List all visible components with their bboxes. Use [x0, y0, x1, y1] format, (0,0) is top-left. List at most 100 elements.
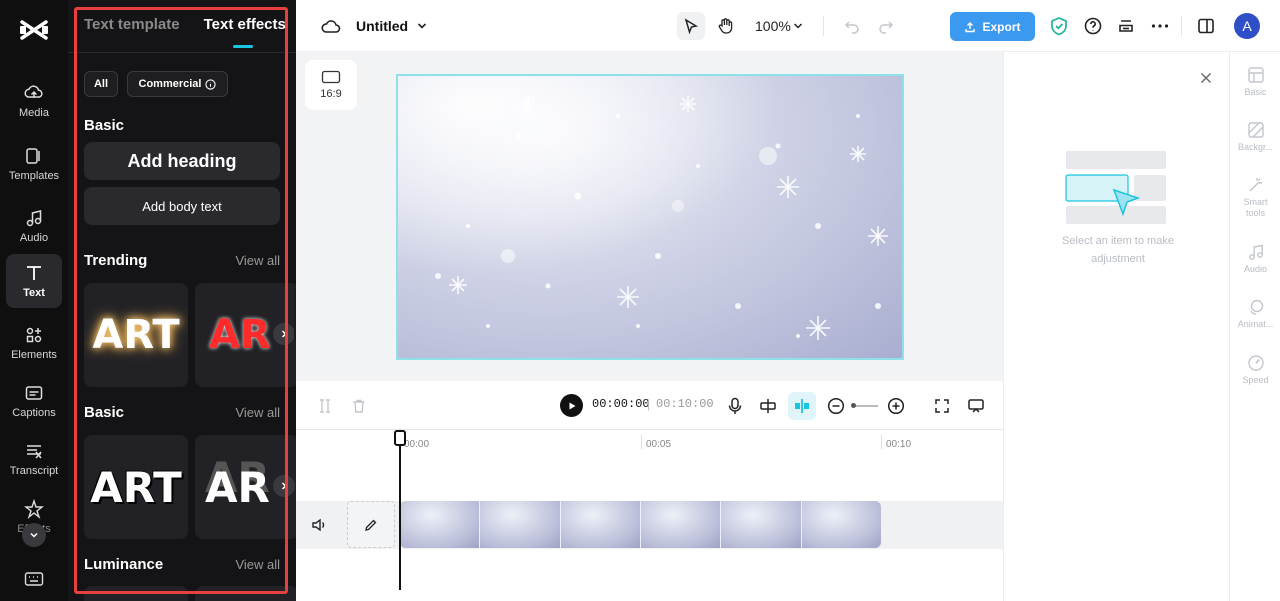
effects-icon [24, 499, 44, 519]
playhead[interactable] [399, 430, 401, 590]
tab-text-template[interactable]: Text template [84, 16, 180, 33]
active-tab-indicator [233, 45, 253, 48]
auto-snap-icon[interactable] [758, 396, 778, 416]
tab-text-effects[interactable]: Text effects [204, 16, 286, 33]
add-body-text-button[interactable]: Add body text [84, 187, 280, 225]
delete-icon[interactable] [350, 397, 368, 415]
ruler-tick [641, 435, 642, 449]
scroll-right-button[interactable] [273, 323, 295, 345]
rrail-item-animation[interactable]: Animat... [1230, 298, 1280, 330]
clip-thumbnail [400, 501, 481, 548]
view-all-basic-link[interactable]: View all [235, 405, 280, 420]
section-title-basic-effects: Basic [84, 404, 125, 421]
close-icon[interactable] [1198, 70, 1214, 86]
stack-icon[interactable] [1115, 15, 1137, 37]
text-panel: Text template Text effects All Commercia… [68, 0, 296, 601]
editor-window: Media Templates Audio Text Elements Capt… [0, 0, 1280, 601]
hand-tool-button[interactable] [712, 12, 740, 40]
text-effect-card[interactable]: AR [195, 435, 296, 539]
slider-thumb[interactable] [851, 403, 856, 408]
section-title-basic: Basic [84, 117, 125, 134]
rrail-item-speed[interactable]: Speed [1230, 354, 1280, 386]
avatar[interactable]: A [1234, 13, 1260, 39]
view-all-trending-link[interactable]: View all [235, 253, 280, 268]
rail-expand-button[interactable] [22, 523, 46, 547]
help-icon[interactable] [1082, 15, 1104, 37]
rrail-item-audio[interactable]: Audio [1230, 243, 1280, 275]
play-icon [569, 402, 575, 409]
undo-icon[interactable] [842, 16, 862, 36]
rrail-item-label: Audio [1243, 264, 1268, 274]
text-effect-card[interactable] [84, 586, 188, 601]
cover-edit-button[interactable] [347, 501, 395, 548]
split-icon[interactable] [316, 397, 334, 415]
filter-all-chip[interactable]: All [84, 71, 118, 97]
rrail-item-background[interactable]: Backgr... [1230, 121, 1280, 153]
aspect-ratio-button[interactable]: 16:9 [305, 60, 357, 110]
rail-item-transcript[interactable]: Transcript [6, 432, 62, 486]
magnet-snap-button[interactable] [788, 392, 816, 420]
rail-item-media[interactable]: Media [6, 74, 62, 128]
clip-thumbnail [480, 501, 561, 548]
basic-icon [1247, 67, 1264, 83]
rail-item-templates[interactable]: Templates [6, 137, 62, 191]
cloud-save-icon[interactable] [320, 15, 342, 37]
media-icon [24, 85, 43, 98]
play-button[interactable] [560, 394, 583, 417]
track-volume-icon[interactable] [310, 516, 328, 534]
rail-item-audio[interactable]: Audio [6, 199, 62, 253]
rail-item-text[interactable]: Text [6, 254, 62, 308]
clip-thumbnail [801, 501, 881, 548]
playhead-handle[interactable] [394, 430, 406, 446]
fullscreen-icon[interactable] [932, 396, 952, 416]
clip-thumbnail [640, 501, 722, 548]
export-button[interactable]: Export [950, 12, 1035, 41]
ruler-label: 00:00 [404, 439, 430, 450]
snap-icon [795, 399, 809, 413]
text-effect-card[interactable]: ART [84, 435, 188, 539]
microphone-icon[interactable] [725, 396, 745, 416]
ruler-label: 00:05 [646, 439, 672, 450]
zoom-dropdown-icon[interactable] [792, 20, 804, 32]
upload-icon [965, 21, 976, 32]
rail-item-captions[interactable]: Captions [6, 374, 62, 428]
text-effect-card[interactable] [195, 586, 296, 601]
divider [823, 16, 824, 36]
rail-item-elements[interactable]: Elements [6, 316, 62, 370]
project-title[interactable]: Untitled [356, 18, 408, 34]
select-tool-button[interactable] [677, 12, 705, 40]
keyboard-icon[interactable] [24, 571, 44, 587]
zoom-out-icon[interactable] [826, 396, 846, 416]
rail-item-label: Elements [11, 349, 57, 361]
preview-screen-icon[interactable] [966, 396, 986, 416]
pencil-icon [365, 519, 377, 531]
text-effect-card[interactable]: AR [195, 283, 296, 387]
layout-toggle-icon[interactable] [1195, 15, 1217, 37]
rrail-item-label: Backgr... [1237, 142, 1273, 152]
snowfall-image [398, 76, 902, 358]
audio-icon [1248, 244, 1263, 260]
time-separator: | [647, 397, 651, 411]
zoom-in-icon[interactable] [886, 396, 906, 416]
rail-item-label: Templates [8, 170, 60, 182]
capcut-logo-icon[interactable] [18, 16, 50, 44]
timeline[interactable]: 00:00 00:05 00:10 [296, 429, 1003, 601]
aspect-ratio-label: 16:9 [320, 88, 342, 100]
rrail-item-smart-tools[interactable]: Smart tools [1230, 176, 1280, 219]
add-heading-button[interactable]: Add heading [84, 142, 280, 180]
shield-check-icon[interactable] [1048, 15, 1070, 37]
view-all-luminance-link[interactable]: View all [235, 557, 280, 572]
card-preview-text: AR [205, 462, 270, 512]
more-options-icon[interactable] [1149, 15, 1171, 37]
scroll-right-button[interactable] [273, 475, 295, 497]
smart-tools-icon [1249, 178, 1262, 192]
zoom-level[interactable]: 100% [755, 18, 791, 34]
rail-item-label: Transcript [9, 465, 59, 477]
filter-commercial-chip[interactable]: Commercial [127, 71, 228, 97]
chevron-down-icon[interactable] [414, 18, 430, 34]
rrail-item-basic[interactable]: Basic [1230, 66, 1280, 98]
text-effect-card[interactable]: ART [84, 283, 188, 387]
video-clip[interactable] [400, 501, 881, 548]
redo-icon[interactable] [876, 16, 896, 36]
video-preview[interactable] [396, 74, 904, 360]
